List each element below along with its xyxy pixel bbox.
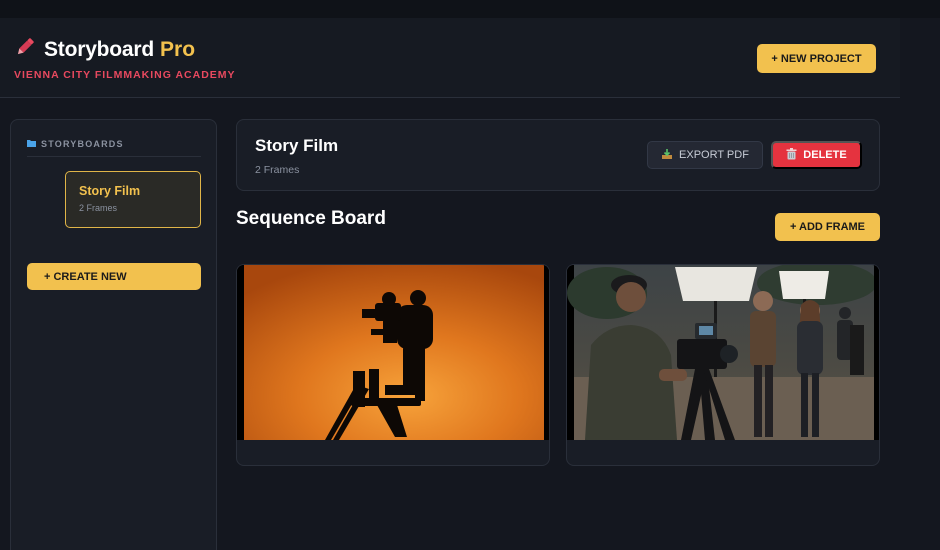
frame-image — [567, 265, 879, 440]
sidebar-heading: STORYBOARDS — [27, 137, 201, 157]
sidebar: STORYBOARDS Story Film 2 Frames + CREATE… — [10, 119, 217, 550]
folder-icon — [27, 139, 36, 149]
sequence-board-title: Sequence Board — [236, 208, 386, 229]
app-title: Storyboard — [44, 37, 155, 61]
trash-icon — [786, 147, 797, 163]
sidebar-item-story-film[interactable]: Story Film 2 Frames — [65, 171, 201, 228]
brand: Storyboard Pro — [14, 36, 195, 63]
project-frame-count: 2 Frames — [255, 164, 300, 176]
export-pdf-button[interactable]: EXPORT PDF — [647, 141, 763, 169]
app-header: Storyboard Pro VIENNA CITY FILMMAKING ACA… — [0, 18, 900, 98]
top-strip — [0, 0, 940, 18]
download-tray-icon — [661, 148, 673, 163]
project-panel: Story Film 2 Frames EXPORT PDF DELETE — [236, 119, 880, 191]
new-project-button[interactable]: + NEW PROJECT — [757, 44, 876, 73]
add-frame-button[interactable]: + ADD FRAME — [775, 213, 880, 241]
academy-subtitle: VIENNA CITY FILMMAKING ACADEMY — [14, 69, 236, 81]
create-new-button[interactable]: + CREATE NEW — [27, 263, 201, 290]
frame-card[interactable] — [566, 264, 880, 466]
sidebar-heading-label: STORYBOARDS — [41, 138, 124, 149]
frame-card[interactable] — [236, 264, 550, 466]
app-title-accent: Pro — [160, 37, 196, 61]
sidebar-item-title: Story Film — [79, 184, 141, 198]
pencil-icon — [14, 36, 36, 63]
sidebar-item-frames: 2 Frames — [79, 203, 118, 213]
export-pdf-label: EXPORT PDF — [679, 149, 749, 161]
delete-label: DELETE — [803, 149, 847, 161]
delete-button[interactable]: DELETE — [771, 141, 862, 169]
frame-image — [237, 265, 549, 440]
project-title: Story Film — [255, 136, 339, 155]
